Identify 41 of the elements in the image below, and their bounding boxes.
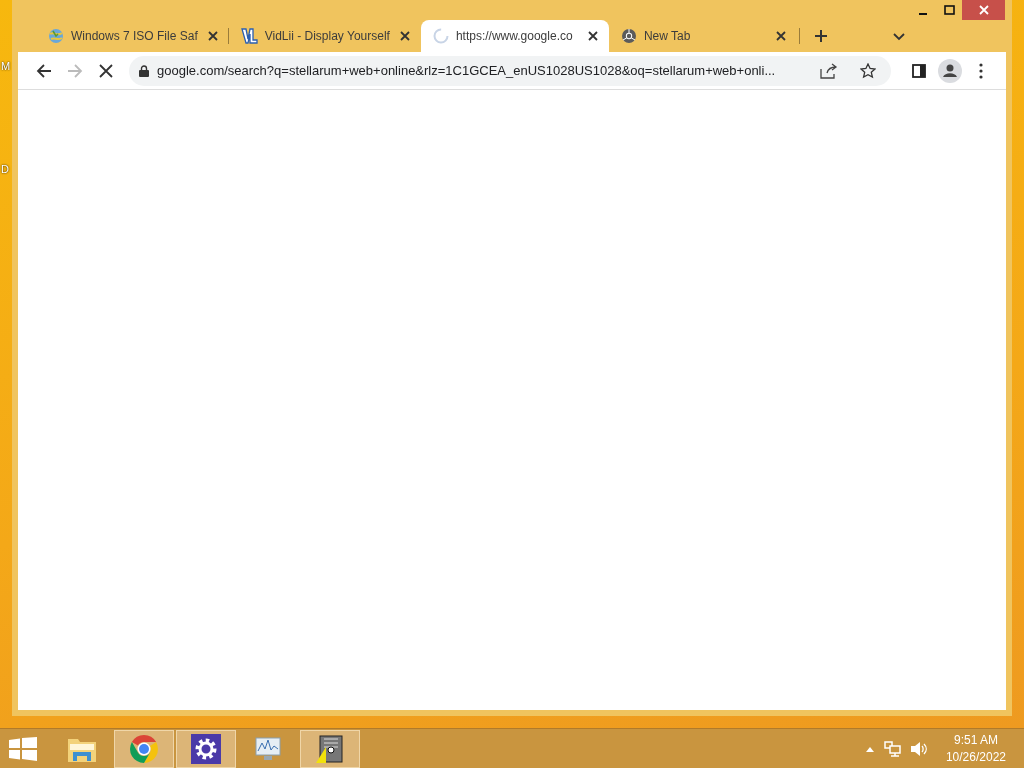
browser-tab[interactable]: Windows 7 ISO File Saf (36, 20, 229, 52)
tab-title: Windows 7 ISO File Saf (71, 29, 198, 43)
tab-title: https://www.google.co (455, 29, 574, 43)
new-tab-button[interactable] (812, 28, 829, 44)
globe-icon (48, 28, 64, 44)
minimize-icon (918, 13, 928, 15)
arrow-left-icon (36, 62, 52, 79)
speaker-icon (909, 740, 928, 757)
windows-logo-icon (9, 737, 37, 761)
maximize-icon (943, 5, 955, 15)
caret-up-icon (864, 745, 875, 752)
star-icon (860, 62, 876, 79)
chrome-logo-icon (128, 732, 160, 765)
vl-logo-icon (240, 28, 258, 44)
side-panel-icon (912, 63, 926, 78)
share-icon (820, 62, 838, 79)
vertical-dots-icon (979, 62, 983, 79)
plus-icon (812, 28, 829, 44)
browser-tab[interactable]: VidLii - Display Yourself (228, 20, 421, 52)
arrow-right-icon (67, 62, 83, 79)
gear-icon (191, 733, 221, 764)
close-icon (978, 5, 989, 15)
address-bar[interactable]: google.com/search?q=stellarum+web+online&rlz=1C1GCEA_enUS1028US1028&oq=stellarum+web+onli... (129, 55, 891, 86)
tab-title: VidLii - Display Yourself (264, 29, 390, 43)
chrome-logo-icon (620, 28, 637, 44)
loading-spinner-icon (432, 28, 449, 44)
network-icon (883, 740, 902, 757)
url-text: google.com/search?q=stellarum+web+online&rlz=1C1GCEA_enUS1028US1028&oq=stellarum+web+onli... (157, 63, 777, 78)
taskbar-button[interactable] (300, 729, 360, 768)
browser-tab[interactable]: New Tab (608, 20, 797, 52)
close-window-button[interactable] (962, 0, 1005, 20)
person-icon (938, 58, 962, 83)
profile-button[interactable] (936, 56, 964, 85)
browser-tab[interactable]: https://www.google.co (420, 20, 609, 52)
performance-monitor-icon (253, 734, 283, 763)
lock-icon (139, 64, 149, 77)
stop-icon (99, 63, 113, 78)
taskbar-button[interactable] (176, 729, 236, 768)
app-icon (314, 732, 346, 765)
start-button[interactable] (8, 737, 38, 761)
tab-title: New Tab (643, 29, 692, 43)
